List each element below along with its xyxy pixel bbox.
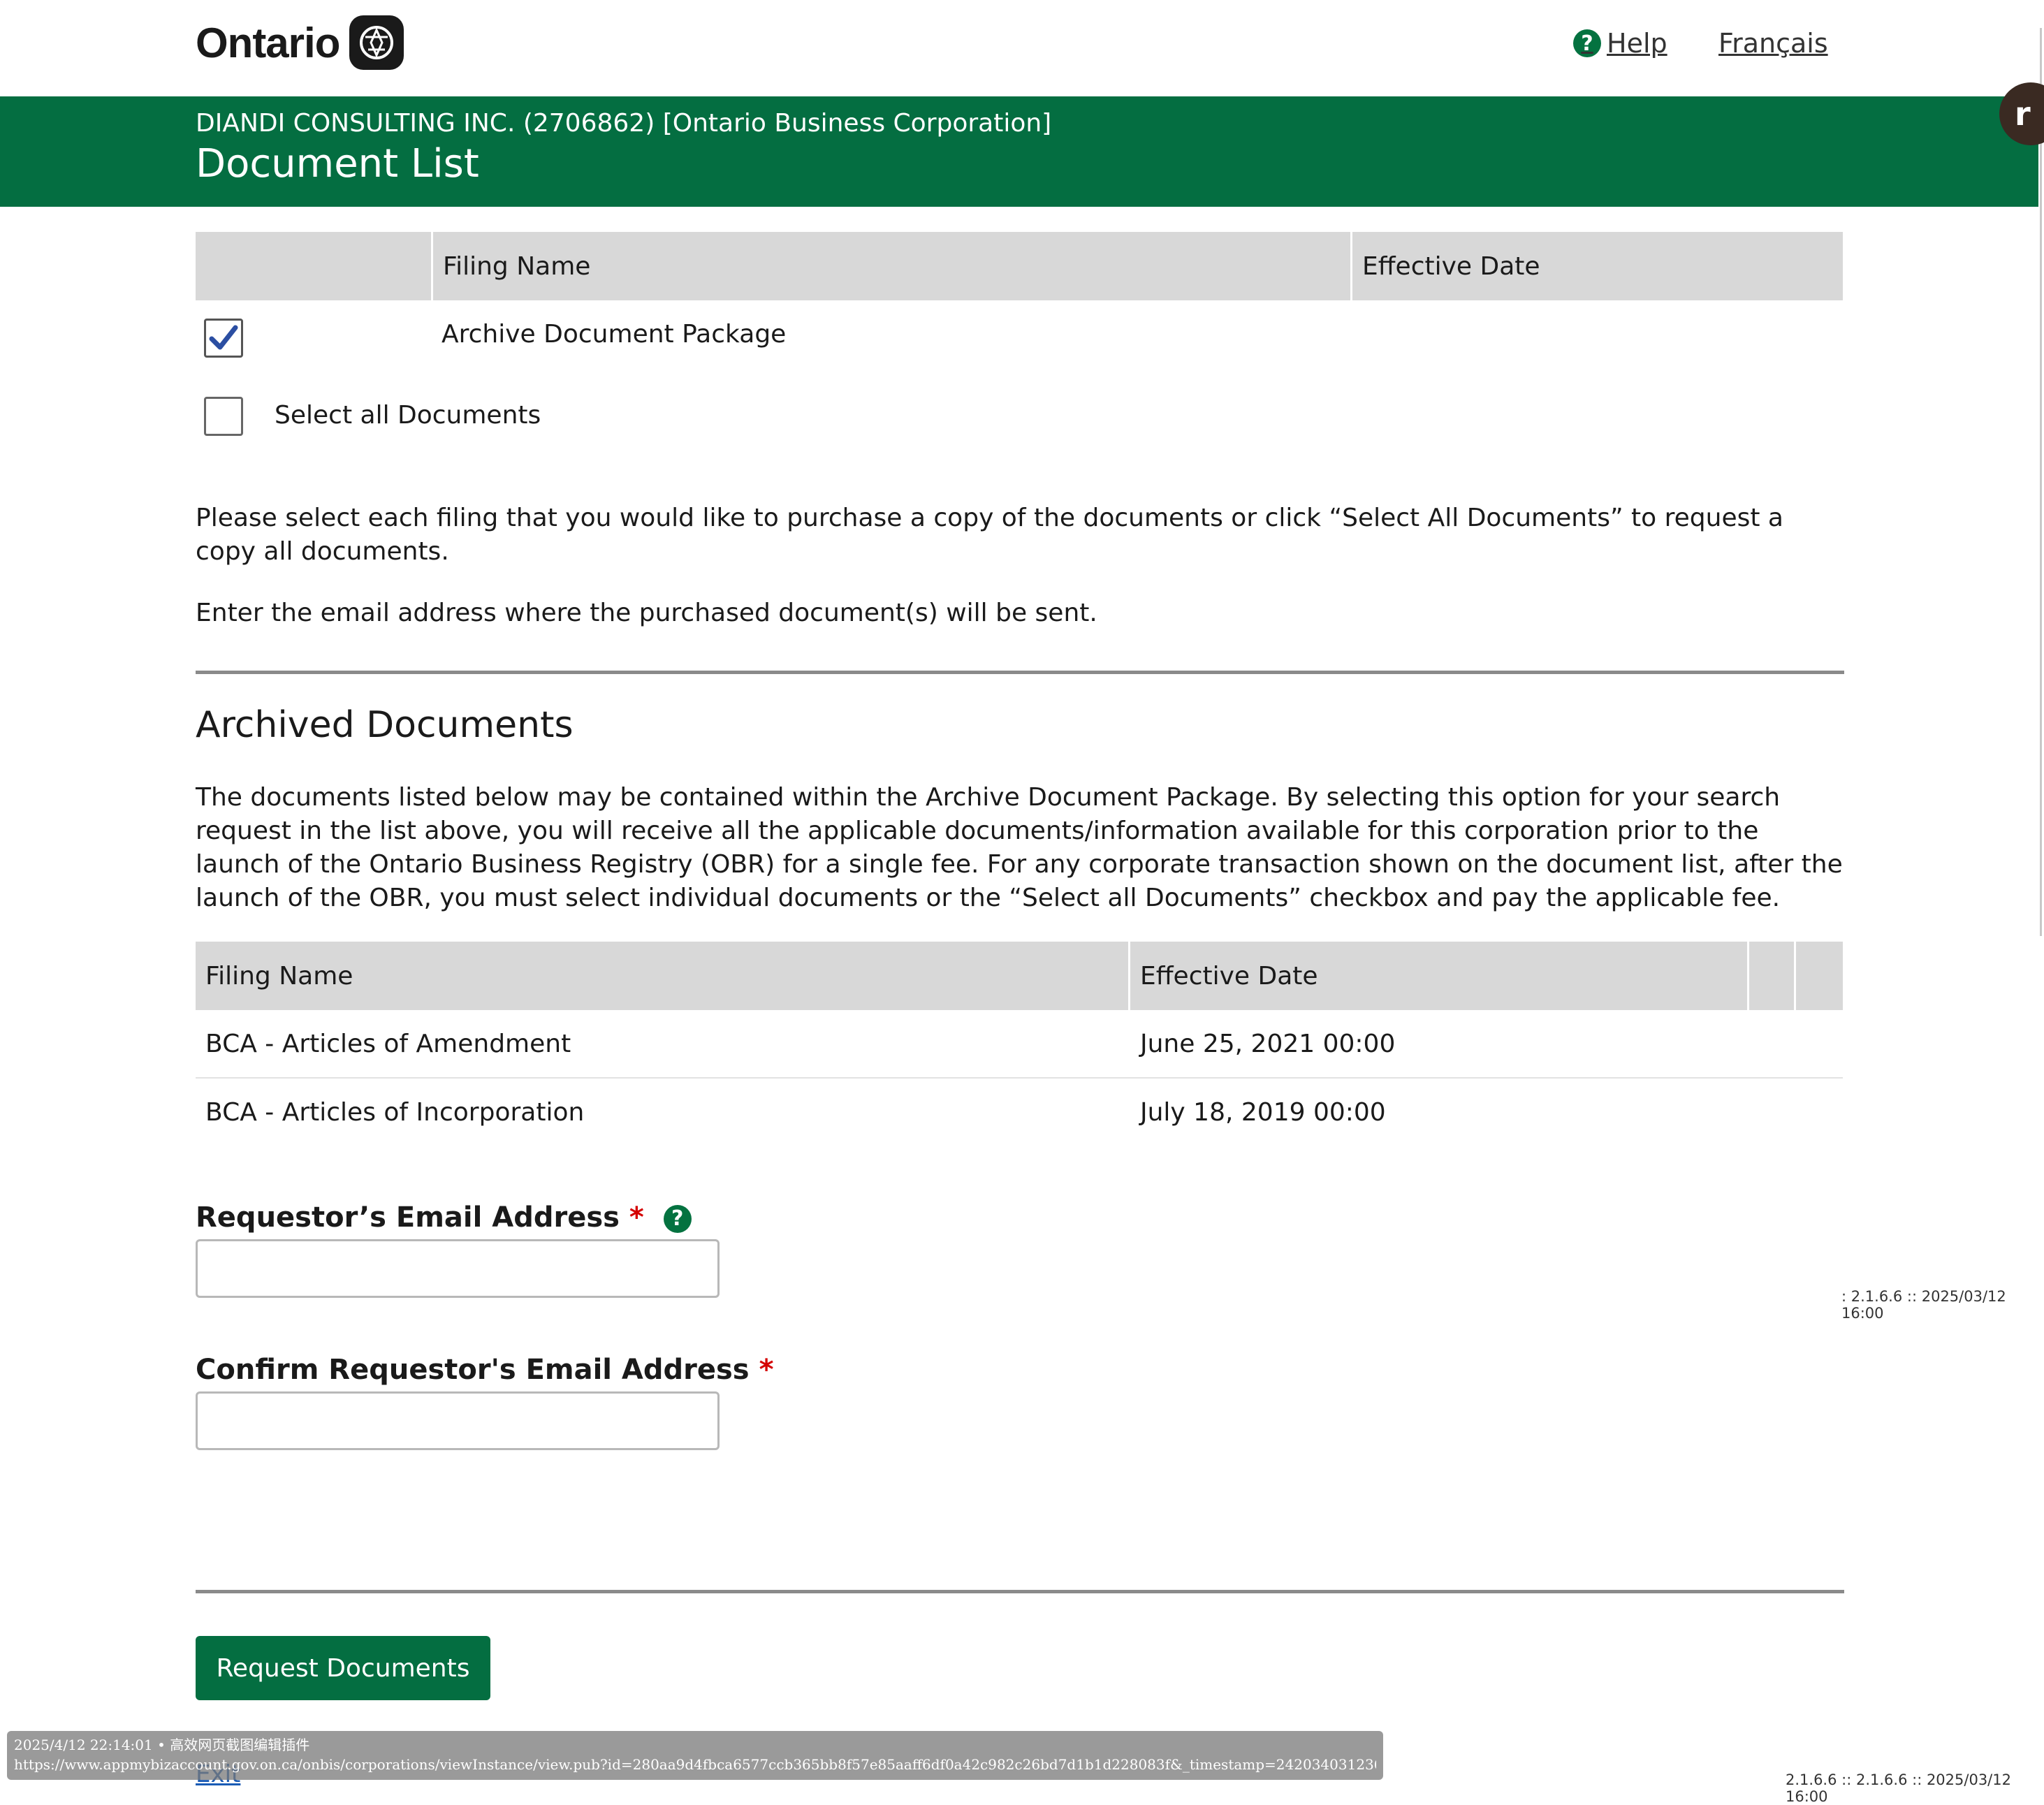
- page-banner: DIANDI CONSULTING INC. (2706862) [Ontari…: [0, 96, 2038, 207]
- confirm-email-input[interactable]: [196, 1391, 720, 1450]
- column-header-filing-name: Filing Name: [433, 232, 1352, 300]
- version-text-bottom: 2.1.6.6 :: 2.1.6.6 :: 2025/03/12 16:00: [1786, 1771, 2011, 1805]
- confirm-email-label-text: Confirm Requestor's Email Address: [196, 1354, 750, 1386]
- archive-package-checkbox[interactable]: [204, 319, 243, 358]
- archived-heading: Archived Documents: [196, 704, 574, 746]
- language-toggle-link[interactable]: Français: [1718, 28, 1828, 59]
- help-icon: ?: [1573, 29, 1601, 57]
- confirm-email-label: Confirm Requestor's Email Address *: [196, 1354, 773, 1386]
- effective-date-cell: July 18, 2019 00:00: [1140, 1097, 1386, 1127]
- table-header: Filing Name Effective Date: [196, 232, 1843, 300]
- filings-table: Filing Name Effective Date: [196, 232, 1843, 300]
- effective-date-cell: June 25, 2021 00:00: [1140, 1029, 1396, 1058]
- table-row: BCA - Articles of Amendment June 25, 202…: [196, 1010, 1843, 1079]
- column-header-extra-2: [1796, 942, 1843, 1010]
- email-label: Requestor’s Email Address * ?: [196, 1201, 692, 1234]
- help-icon[interactable]: ?: [663, 1204, 692, 1233]
- filing-name-cell: BCA - Articles of Amendment: [205, 1029, 571, 1058]
- column-header-effective-date: Effective Date: [1130, 942, 1749, 1010]
- required-marker: *: [629, 1201, 644, 1234]
- help-label: Help: [1607, 28, 1667, 59]
- help-link[interactable]: ? Help: [1573, 28, 1667, 59]
- instruction-text: Please select each filing that you would…: [196, 504, 1783, 566]
- trillium-icon: [349, 15, 404, 70]
- ontario-logo[interactable]: Ontario: [196, 15, 404, 70]
- version-text-side: : 2.1.6.6 :: 2025/03/12 16:00: [1841, 1288, 2006, 1322]
- archived-documents-table: Filing Name Effective Date BCA - Article…: [196, 942, 1843, 1146]
- column-header-select: [196, 232, 433, 300]
- column-header-filing-name: Filing Name: [196, 942, 1130, 1010]
- checkmark-icon: [209, 325, 238, 350]
- capture-url: https://www.appmybizaccount.gov.on.ca/on…: [14, 1756, 1376, 1773]
- required-marker: *: [759, 1354, 774, 1386]
- filing-name-cell: BCA - Articles of Incorporation: [205, 1097, 585, 1127]
- archived-description: The documents listed below may be contai…: [196, 783, 1843, 912]
- table-row: BCA - Articles of Incorporation July 18,…: [196, 1079, 1843, 1146]
- table-row: Archive Document Package: [196, 316, 1843, 362]
- page-scrollbar[interactable]: [2040, 28, 2042, 936]
- column-header-effective-date: Effective Date: [1362, 251, 1540, 281]
- page-title: Document List: [196, 141, 479, 187]
- request-documents-button[interactable]: Request Documents: [196, 1636, 490, 1700]
- email-input[interactable]: [196, 1239, 720, 1298]
- entity-name: DIANDI CONSULTING INC. (2706862) [Ontari…: [196, 109, 1052, 138]
- column-header-extra-1: [1749, 942, 1796, 1010]
- select-all-label[interactable]: Select all Documents: [275, 401, 541, 430]
- select-all-checkbox[interactable]: [204, 397, 243, 436]
- divider: [196, 1590, 1844, 1593]
- screenshot-capture-overlay: 2025/4/12 22:14:01 • 高效网页截图编辑插件 https://…: [7, 1731, 1383, 1780]
- filing-name-cell: Archive Document Package: [441, 320, 787, 349]
- table-header: Filing Name Effective Date: [196, 942, 1843, 1010]
- capture-timestamp: 2025/4/12 22:14:01 • 高效网页截图编辑插件: [14, 1737, 310, 1753]
- divider: [196, 671, 1844, 674]
- top-header: Ontario ? Help Français: [0, 0, 2044, 96]
- email-instruction-text: Enter the email address where the purcha…: [196, 599, 1097, 627]
- email-label-text: Requestor’s Email Address: [196, 1201, 620, 1234]
- logo-text: Ontario: [196, 19, 340, 66]
